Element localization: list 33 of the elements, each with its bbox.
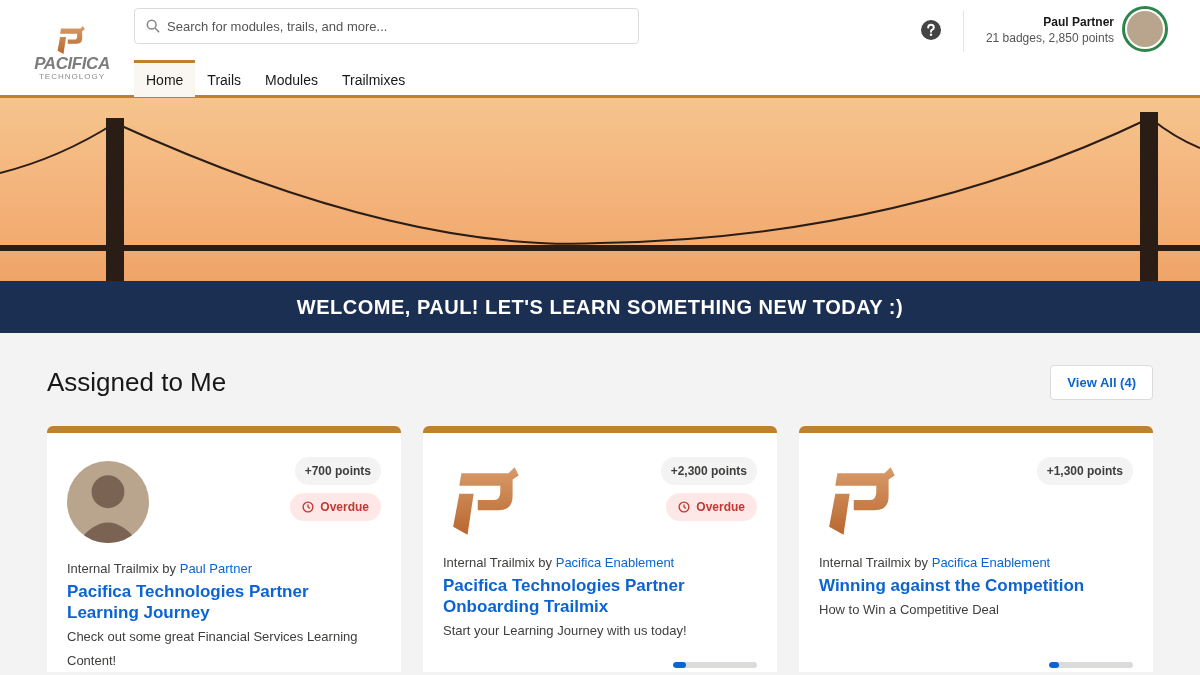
trailmix-description: How to Win a Competitive Deal	[819, 600, 1000, 619]
trailmix-title[interactable]: Winning against the Competition	[819, 574, 1133, 596]
trailmix-source: Internal Trailmix by Pacifica Enablement	[819, 554, 1052, 572]
trailmix-source: Internal Trailmix by Paul Partner	[67, 560, 253, 578]
user-avatar[interactable]	[1122, 6, 1168, 52]
trailmix-title[interactable]: Pacifica Technologies Partner Onboarding Trailmix	[443, 574, 757, 617]
trailmix-description: Check out some great Financial Services Learning Content!	[67, 627, 359, 670]
points-badge: +1,300 points	[1036, 457, 1133, 485]
points-badge: +2,300 points	[660, 457, 757, 485]
view-all-button[interactable]: View All (4)	[1050, 365, 1153, 400]
search-field[interactable]: Search for modules, trails, and more...	[134, 8, 639, 44]
user-stats: 21 badges, 2,850 points	[985, 30, 1114, 46]
author-link[interactable]: Pacifica Enablement	[931, 555, 1051, 570]
clock-icon	[678, 501, 691, 513]
author-link[interactable]: Paul Partner	[179, 561, 252, 576]
user-name: Paul Partner	[1043, 14, 1114, 30]
search-icon	[146, 19, 160, 33]
nav-tab[interactable]: Trails	[195, 60, 254, 97]
points-badge: +700 points	[294, 457, 381, 485]
author-link[interactable]: Pacifica Enablement	[555, 555, 675, 570]
trailmix-title[interactable]: Pacifica Technologies Partner Learning Journey	[67, 580, 381, 623]
overdue-badge: Overdue	[290, 493, 381, 521]
trailmix-source: Internal Trailmix by Pacifica Enablement	[443, 554, 676, 572]
section-title: Assigned to Me	[47, 366, 227, 399]
nav-tab[interactable]: Home	[134, 60, 196, 97]
clock-icon	[302, 501, 315, 513]
nav-tab[interactable]: Trailmixes	[330, 60, 418, 97]
overdue-badge: Overdue	[666, 493, 757, 521]
company-logo[interactable]: PACIFICA TECHNOLOGY	[32, 0, 112, 95]
nav-tab[interactable]: Modules	[253, 60, 330, 97]
help-icon[interactable]	[920, 20, 941, 40]
welcome-banner: WELCOME, PAUL! LET'S LEARN SOMETHING NEW TODAY :)	[0, 281, 1200, 333]
trailmix-description: Start your Learning Journey with us today!	[443, 621, 688, 640]
